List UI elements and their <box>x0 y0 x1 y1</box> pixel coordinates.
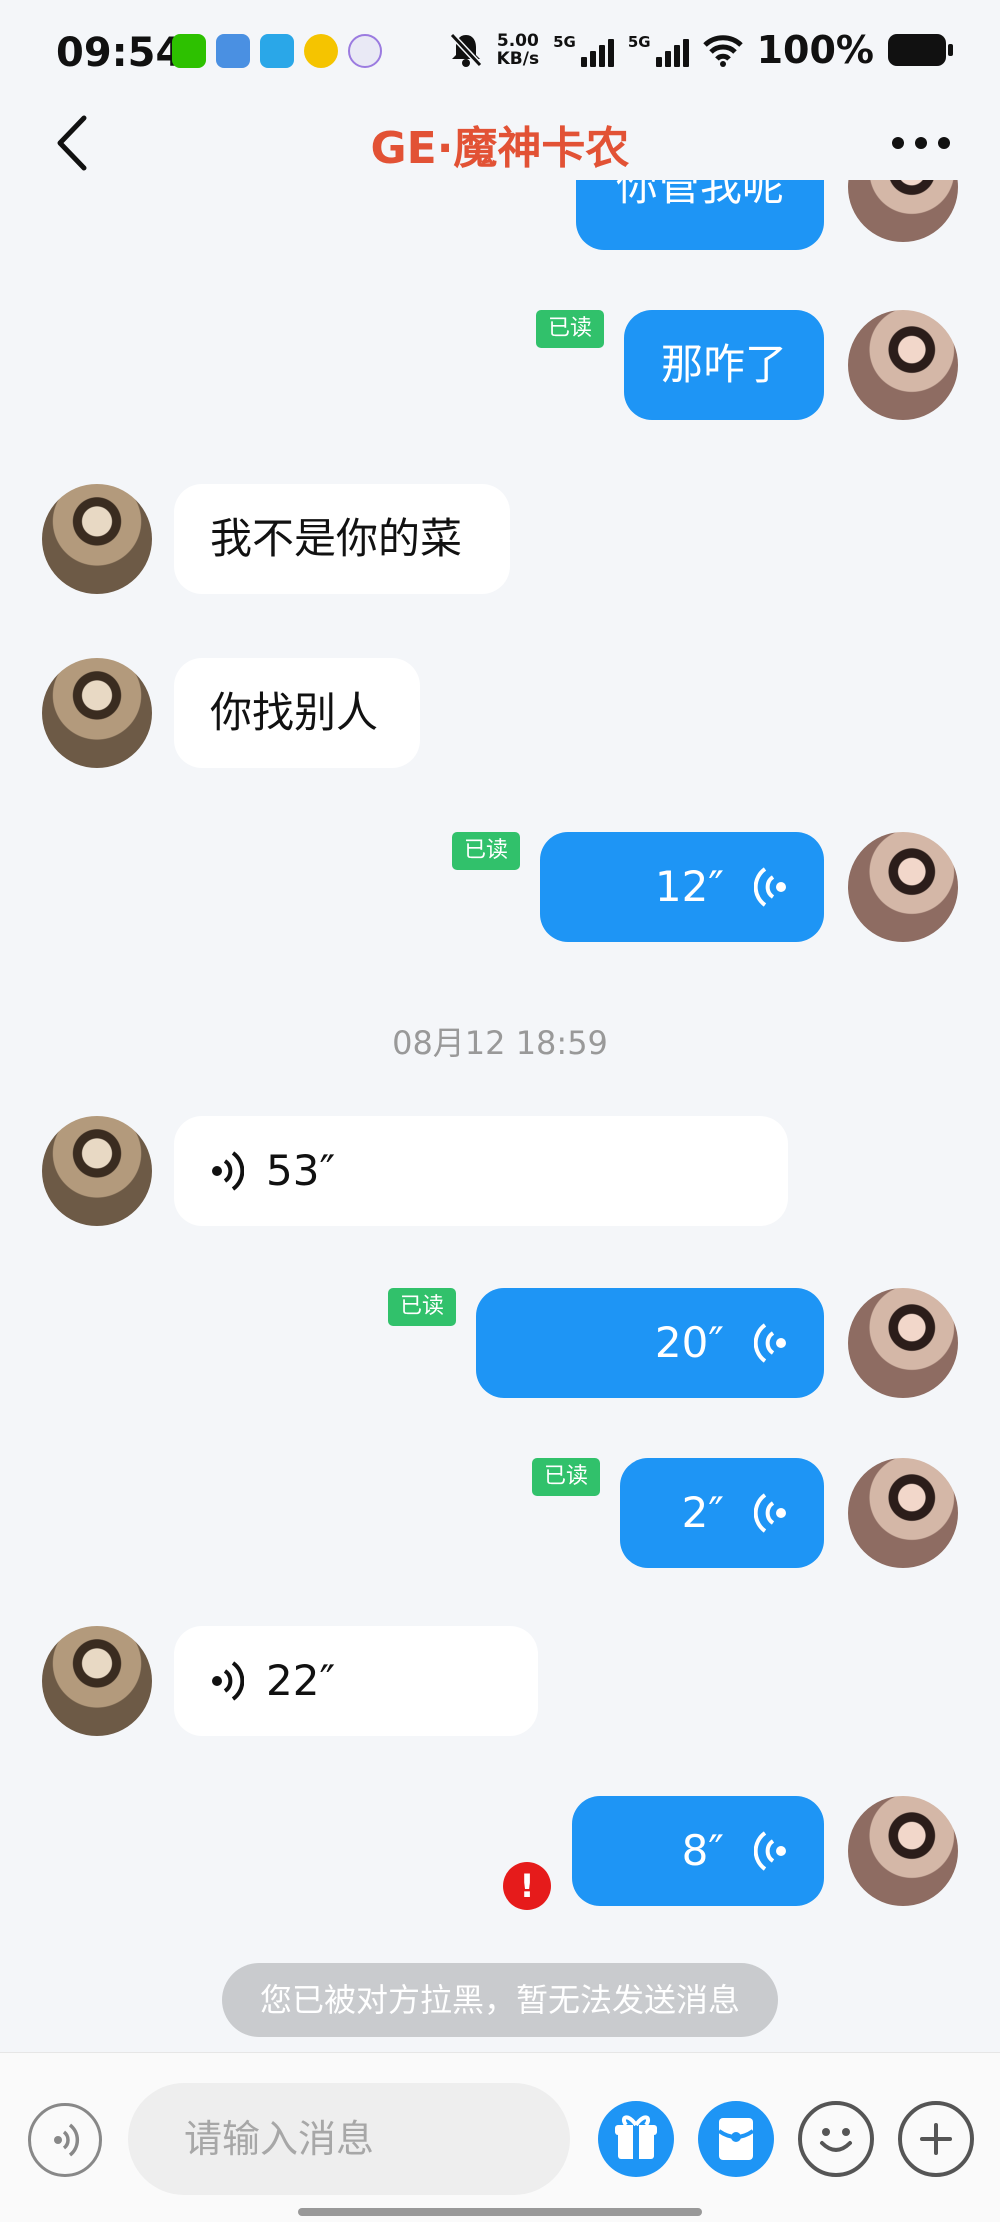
voice-duration: 8″ <box>681 1826 724 1875</box>
voice-wave-icon <box>754 1831 786 1871</box>
files-icon <box>216 34 250 68</box>
status-indicators: 5.00 KB/s 5G 5G 100% <box>449 28 953 72</box>
signal-bar <box>673 45 680 67</box>
signal-bar <box>607 39 614 67</box>
red-packet-icon <box>717 2118 755 2160</box>
avatar-self[interactable] <box>848 180 958 242</box>
avatar-other[interactable] <box>42 658 152 768</box>
smiley-icon <box>820 2128 852 2152</box>
avatar-self[interactable] <box>848 310 958 420</box>
avatar-other[interactable] <box>42 1116 152 1226</box>
voice-input-toggle[interactable] <box>28 2103 102 2177</box>
message-text: 你管我呢 <box>615 180 784 210</box>
gift-icon <box>615 2115 657 2159</box>
network-speed-value: 5.00 <box>496 31 539 51</box>
message-bubble-outgoing[interactable]: 那咋了 <box>624 310 824 420</box>
network-speed: 5.00 KB/s <box>497 32 539 68</box>
read-badge: 已读 <box>388 1288 456 1326</box>
status-bar: 09:54 5.00 KB/s 5G 5G 100% <box>0 0 1000 108</box>
signal-bar <box>580 57 587 67</box>
chat-title: GE·魔神卡农 <box>370 123 630 174</box>
message-text: 那咋了 <box>660 340 787 389</box>
voice-message-outgoing[interactable]: 8″ <box>572 1796 824 1906</box>
message-list[interactable]: 你管我呢 已读 那咋了 我不是你的菜 你找别人 已读 12″ 08月12 18:… <box>0 180 1000 2030</box>
voice-message-incoming[interactable]: 22″ <box>174 1626 538 1736</box>
signal-2-label: 5G <box>627 33 651 51</box>
more-dots-icon <box>892 137 950 149</box>
avatar-self[interactable] <box>848 1458 958 1568</box>
wifi-icon <box>702 35 743 67</box>
voice-message-incoming[interactable]: 53″ <box>174 1116 788 1226</box>
send-failed-icon[interactable]: ! <box>503 1862 551 1910</box>
message-input[interactable] <box>128 2083 570 2195</box>
camera-app-icon <box>348 34 382 68</box>
voice-wave-icon <box>212 1661 244 1701</box>
signal-bar <box>598 45 605 67</box>
read-badge: 已读 <box>452 832 520 870</box>
more-button[interactable] <box>886 122 956 164</box>
red-packet-button[interactable] <box>698 2101 774 2177</box>
signal-1-label: 5G <box>553 33 576 51</box>
gift-button[interactable] <box>598 2101 674 2177</box>
signal-bar <box>655 57 662 67</box>
voice-duration: 2″ <box>681 1488 724 1537</box>
signal-bar <box>682 39 689 67</box>
notification-icons <box>172 34 382 68</box>
message-bubble-incoming[interactable]: 你找别人 <box>174 658 420 768</box>
message-text: 你找别人 <box>210 688 379 737</box>
voice-wave-icon <box>212 1151 244 1191</box>
avatar-self[interactable] <box>848 1288 958 1398</box>
read-badge: 已读 <box>536 310 604 348</box>
read-badge: 已读 <box>532 1458 600 1496</box>
voice-wave-icon <box>754 1493 786 1533</box>
mute-bell-icon <box>449 32 482 68</box>
blocked-notice: 您已被对方拉黑，暂无法发送消息 <box>222 1963 778 2037</box>
voice-input-icon <box>54 2123 80 2157</box>
message-timestamp: 08月12 18:59 <box>392 1024 608 1062</box>
avatar-self[interactable] <box>848 1796 958 1906</box>
home-indicator[interactable] <box>298 2208 702 2216</box>
voice-wave-icon <box>754 1323 786 1363</box>
voice-duration: 20″ <box>654 1318 724 1367</box>
music-icon <box>304 34 338 68</box>
signal-bar <box>664 51 671 67</box>
signal-bar <box>589 51 596 67</box>
battery-percent: 100% <box>756 28 874 72</box>
voice-message-outgoing[interactable]: 2″ <box>620 1458 824 1568</box>
status-time: 09:54 <box>56 30 184 76</box>
message-bubble-incoming[interactable]: 我不是你的菜 <box>174 484 510 594</box>
message-text: 我不是你的菜 <box>210 514 463 563</box>
more-actions-button[interactable] <box>898 2101 974 2177</box>
signal-1: 5G <box>553 33 614 67</box>
voice-duration: 12″ <box>654 862 724 911</box>
message-bubble-outgoing[interactable]: 你管我呢 <box>576 180 824 250</box>
emoji-button[interactable] <box>798 2101 874 2177</box>
avatar-other[interactable] <box>42 1626 152 1736</box>
battery-icon <box>888 34 953 66</box>
input-bar <box>0 2052 1000 2222</box>
voice-message-outgoing[interactable]: 12″ <box>540 832 824 942</box>
avatar-other[interactable] <box>42 484 152 594</box>
plus-icon <box>920 2123 952 2155</box>
wechat-icon <box>172 34 206 68</box>
signal-2: 5G <box>628 33 689 67</box>
avatar-self[interactable] <box>848 832 958 942</box>
network-speed-unit: KB/s <box>496 49 540 69</box>
voice-duration: 53″ <box>266 1146 336 1195</box>
app-icon <box>260 34 294 68</box>
chat-header: GE·魔神卡农 <box>0 108 1000 178</box>
voice-wave-icon <box>754 867 786 907</box>
voice-duration: 22″ <box>266 1656 336 1705</box>
voice-message-outgoing[interactable]: 20″ <box>476 1288 824 1398</box>
